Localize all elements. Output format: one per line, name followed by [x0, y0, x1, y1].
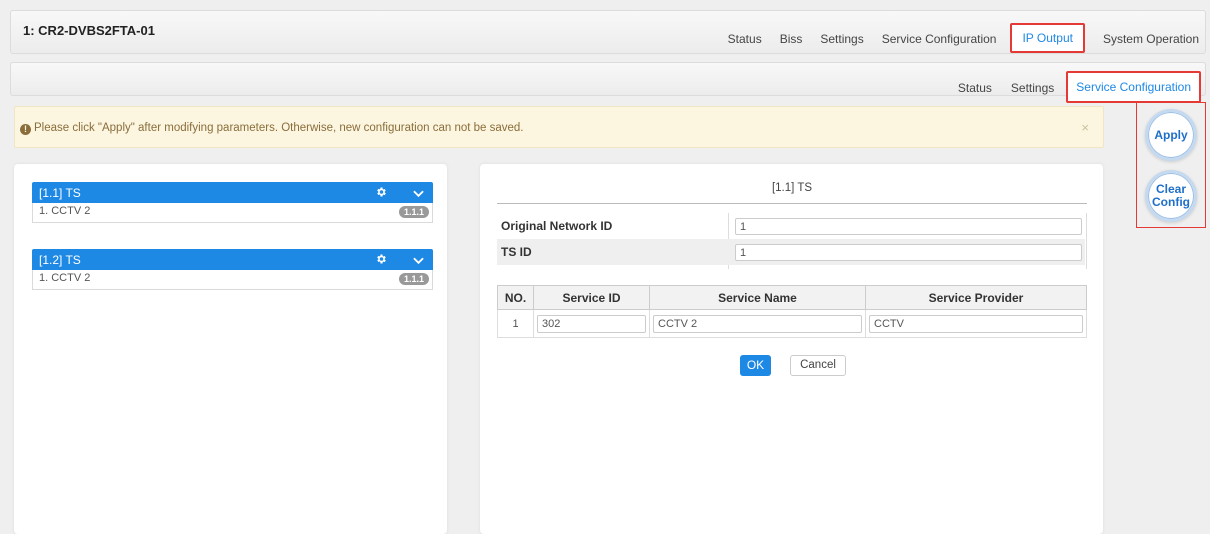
col-no: NO.	[497, 285, 534, 310]
nav-status[interactable]: Status	[728, 32, 762, 46]
original-network-id-row: Original Network ID	[497, 213, 1085, 239]
apply-label: Apply	[1154, 127, 1188, 142]
nav-biss[interactable]: Biss	[780, 32, 803, 46]
service-provider-cell	[865, 309, 1087, 338]
ts-id-label: TS ID	[501, 245, 532, 259]
device-title: 1: CR2-DVBS2FTA-01	[23, 23, 155, 38]
ts-service-item[interactable]: 1. CCTV 2 1.1.1	[32, 270, 433, 290]
row-no: 1	[497, 309, 534, 338]
service-label: 1. CCTV 2	[39, 205, 91, 217]
nav-settings[interactable]: Settings	[820, 32, 863, 46]
chevron-down-icon[interactable]	[413, 187, 424, 201]
sub-nav: Status Settings Service Configuration	[939, 71, 1201, 104]
apply-alert: ! Please click "Apply" after modifying pa…	[14, 106, 1104, 148]
service-id-cell	[533, 309, 650, 338]
gear-icon[interactable]	[375, 253, 387, 268]
ok-button[interactable]: OK	[740, 355, 771, 376]
service-label: 1. CCTV 2	[39, 272, 91, 284]
service-badge: 1.1.1	[398, 273, 429, 285]
close-icon[interactable]: ×	[1081, 120, 1089, 135]
subnav-service-configuration[interactable]: Service Configuration	[1066, 71, 1201, 103]
ts-config-panel: [1.1] TS Original Network ID TS ID NO. S…	[480, 164, 1103, 534]
col-service-provider: Service Provider	[865, 285, 1087, 310]
ts-group-header[interactable]: [1.1] TS	[32, 182, 433, 203]
sub-nav-bar: Status Settings Service Configuration	[10, 62, 1206, 103]
service-provider-input[interactable]	[869, 314, 1083, 333]
table-header-row: NO. Service ID Service Name Service Prov…	[497, 285, 1087, 310]
cancel-button[interactable]: Cancel	[790, 355, 846, 376]
form-title: [1.1] TS	[497, 182, 1087, 204]
clear-config-button[interactable]: Clear Config	[1145, 170, 1197, 222]
ts-id-row: TS ID	[497, 239, 1085, 265]
subnav-settings[interactable]: Settings	[1011, 81, 1054, 95]
service-name-cell	[649, 309, 866, 338]
col-service-name: Service Name	[649, 285, 866, 310]
alert-message: Please click "Apply" after modifying par…	[34, 122, 524, 134]
ts-group-title: [1.2] TS	[39, 253, 81, 267]
ts-list-panel: [1.1] TS 1. CCTV 2 1.1.1 [1.2] TS 1. CCT…	[14, 164, 447, 534]
top-nav: Status Biss Settings Service Configurati…	[710, 23, 1199, 54]
apply-button[interactable]: Apply	[1145, 109, 1197, 161]
table-row: 1	[497, 309, 1087, 338]
nav-system-operation[interactable]: System Operation	[1103, 32, 1199, 46]
services-table: NO. Service ID Service Name Service Prov…	[497, 285, 1087, 338]
service-name-input[interactable]	[653, 314, 862, 333]
chevron-down-icon[interactable]	[413, 254, 424, 268]
nav-ip-output[interactable]: IP Output	[1010, 23, 1085, 53]
service-id-input[interactable]	[537, 314, 646, 333]
gear-icon[interactable]	[375, 186, 387, 201]
action-panel: Apply Clear Config	[1136, 102, 1206, 228]
ts-id-input[interactable]	[735, 244, 1082, 261]
top-nav-bar: 1: CR2-DVBS2FTA-01 Status Biss Settings …	[10, 10, 1206, 54]
service-badge: 1.1.1	[398, 206, 429, 218]
subnav-status[interactable]: Status	[958, 81, 992, 95]
info-icon: !	[20, 124, 31, 135]
original-network-id-label: Original Network ID	[501, 219, 613, 233]
ts-group-header[interactable]: [1.2] TS	[32, 249, 433, 270]
col-service-id: Service ID	[533, 285, 650, 310]
clear-config-label: Clear Config	[1152, 182, 1190, 209]
original-network-id-input[interactable]	[735, 218, 1082, 235]
nav-service-configuration[interactable]: Service Configuration	[882, 32, 997, 46]
ts-group-title: [1.1] TS	[39, 186, 81, 200]
ts-service-item[interactable]: 1. CCTV 2 1.1.1	[32, 203, 433, 223]
